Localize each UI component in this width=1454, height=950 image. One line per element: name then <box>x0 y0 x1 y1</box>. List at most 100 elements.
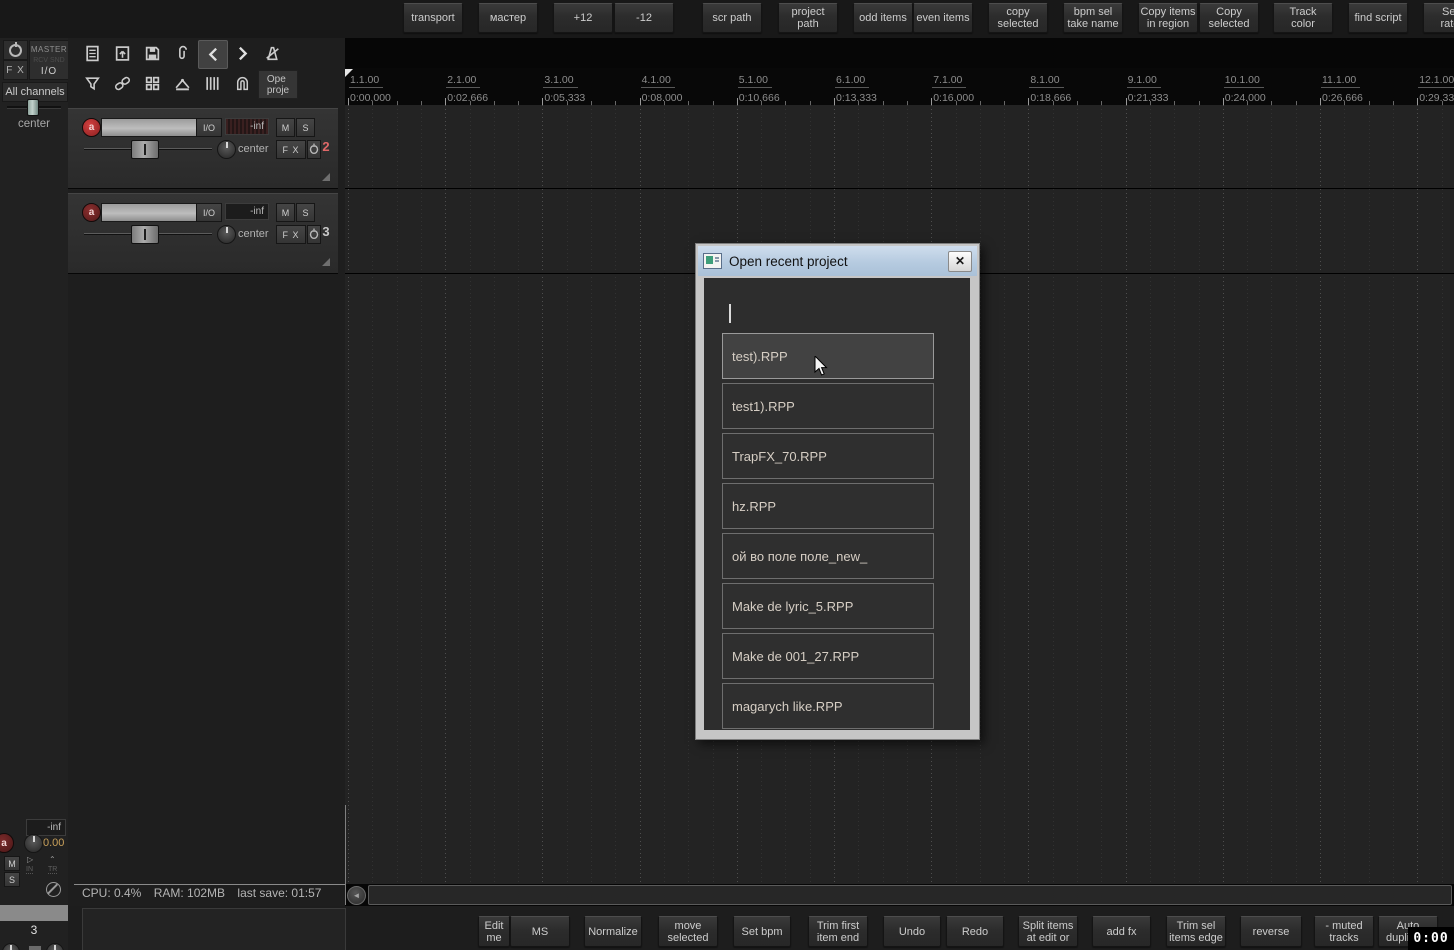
mixer-mute-button[interactable]: M <box>4 856 20 871</box>
track-panel-3[interactable]: a I/O -inf M Scenter F X 3 <box>68 193 338 274</box>
track-panel-2[interactable]: a I/O -inf M Scenter F X 2 <box>68 108 338 189</box>
record-arm-button[interactable]: a <box>82 203 101 222</box>
undo-button[interactable]: Undo <box>883 916 941 947</box>
mouse-cursor <box>814 356 828 376</box>
recent-project-item[interactable]: TrapFX_70.RPP <box>722 433 934 479</box>
master-io-box[interactable]: MASTER RCV SND I/O <box>29 40 69 80</box>
volume-readout[interactable]: -inf <box>225 203 269 220</box>
normalize-button[interactable]: Normalize <box>584 916 642 947</box>
volume-fader[interactable] <box>84 225 212 244</box>
master-button[interactable]: мастер <box>478 3 538 33</box>
ruler-time-label: 0:13.333 <box>835 92 881 106</box>
phase-invert-button[interactable] <box>46 882 61 897</box>
attach-icon[interactable] <box>168 40 196 67</box>
split-items-at-edit-button[interactable]: Split items at edit or <box>1018 916 1078 947</box>
envelope-icon[interactable] <box>168 70 196 97</box>
scroll-left-button[interactable]: ◄ <box>347 886 366 905</box>
copy-selected-button[interactable]: copy selected <box>988 3 1048 33</box>
timeline-ruler[interactable]: 1.1.00 0:00.000 2.1.00 0:02.666 3.1.00 0:05.3… <box>345 68 1454 106</box>
pan-knob[interactable] <box>217 225 236 244</box>
master-pan-handle[interactable] <box>27 99 39 116</box>
add-fx-button[interactable]: add fx <box>1092 916 1151 947</box>
input-monitor-icon[interactable]: ▷ <box>27 855 33 864</box>
track-color-button[interactable]: Track color <box>1273 3 1333 33</box>
set-rate-button[interactable]: Set i rate t <box>1423 3 1454 33</box>
ms-button[interactable]: MS <box>510 916 570 947</box>
grid-icon[interactable] <box>138 70 166 97</box>
io-button[interactable]: I/O <box>196 118 222 137</box>
nav-right-icon[interactable] <box>228 40 256 67</box>
horizontal-scrollbar[interactable]: ◄ <box>345 884 1454 906</box>
ruler-time-label: 0:26.666 <box>1321 92 1367 106</box>
plus-12-button[interactable]: +12 <box>553 3 613 33</box>
master-power-button[interactable] <box>3 40 28 60</box>
master-rcv-snd: RCV SND <box>33 56 65 64</box>
fx-button[interactable]: F X <box>276 225 306 244</box>
trim-icon[interactable]: ⌃ <box>49 855 56 864</box>
notes-icon[interactable] <box>78 40 106 67</box>
metronome-icon[interactable] <box>258 40 286 67</box>
nav-left-icon[interactable] <box>198 40 228 69</box>
solo-button[interactable]: S <box>296 203 315 222</box>
volume-fader[interactable] <box>84 140 212 159</box>
beat-gridline <box>1271 105 1273 884</box>
set-bpm-button[interactable]: Set bpm <box>733 916 791 947</box>
volume-readout[interactable]: -inf <box>225 118 269 135</box>
mute-button[interactable]: M <box>276 118 295 137</box>
copy-selected-2-button[interactable]: Copy selected <box>1199 3 1259 33</box>
project-path-button[interactable]: project path <box>778 3 838 33</box>
pan-label: center <box>238 142 269 155</box>
dialog-app-icon <box>703 253 722 269</box>
mixer-record-arm-button[interactable]: a <box>0 833 14 853</box>
odd-items-button[interactable]: odd items <box>853 3 913 33</box>
bars-icon[interactable] <box>198 70 226 97</box>
reverse-button[interactable]: reverse <box>1240 916 1302 947</box>
measure-gridline <box>542 105 544 884</box>
even-items-button[interactable]: even items <box>913 3 973 33</box>
beat-gridline <box>1149 105 1151 884</box>
close-icon[interactable]: ✕ <box>948 250 972 272</box>
trim-first-item-end-button[interactable]: Trim first item end <box>808 916 868 947</box>
fader-handle[interactable] <box>131 225 159 244</box>
fader-handle[interactable] <box>131 140 159 159</box>
pan-knob[interactable] <box>217 140 236 159</box>
recent-project-item[interactable]: Make de lyric_5.RPP <box>722 583 934 629</box>
solo-button[interactable]: S <box>296 118 315 137</box>
recent-project-item[interactable]: test1).RPP <box>722 383 934 429</box>
record-arm-button[interactable]: a <box>82 118 101 137</box>
save-icon[interactable] <box>138 40 166 67</box>
folder-collapse-mark[interactable] <box>322 258 330 266</box>
mixer-solo-button[interactable]: S <box>4 872 20 887</box>
filter-icon[interactable] <box>78 70 106 97</box>
muted-tracks-button[interactable]: - muted tracks <box>1314 916 1374 947</box>
ruler-bar-label: 10.1.00 <box>1223 74 1264 88</box>
recent-project-item[interactable]: Make de 001_27.RPP <box>722 633 934 679</box>
magnet-icon[interactable] <box>228 70 256 97</box>
copy-items-in-region-button[interactable]: Copy items in region <box>1138 3 1198 33</box>
scrollbar-track[interactable] <box>368 885 1452 905</box>
folder-collapse-mark[interactable] <box>322 173 330 181</box>
open-project-button[interactable]: Ope proje <box>258 70 298 99</box>
transport-button[interactable]: transport <box>403 3 463 33</box>
scr-path-button[interactable]: scr path <box>702 3 762 33</box>
move-selected-button[interactable]: move selected <box>658 916 718 947</box>
recent-project-item[interactable]: ой во поле поле_new_ <box>722 533 934 579</box>
minus-12-button[interactable]: -12 <box>614 3 674 33</box>
link-icon[interactable] <box>108 70 136 97</box>
bpm-sel-take-name-button[interactable]: bpm sel take name <box>1063 3 1123 33</box>
edit-me-button[interactable]: Edit me <box>478 916 510 947</box>
trim-sel-items-edge-button[interactable]: Trim sel items edge <box>1166 916 1226 947</box>
fx-button[interactable]: F X <box>276 140 306 159</box>
recent-project-item[interactable]: magarych like.RPP <box>722 683 934 729</box>
dialog-title-bar[interactable]: Open recent project ✕ <box>698 246 977 276</box>
find-script-button[interactable]: find script <box>1348 3 1408 33</box>
recent-project-item[interactable]: hz.RPP <box>722 483 934 529</box>
open-file-icon[interactable] <box>108 40 136 67</box>
track-name-field[interactable] <box>101 118 197 137</box>
track-name-field[interactable] <box>101 203 197 222</box>
redo-button[interactable]: Redo <box>946 916 1004 947</box>
io-button[interactable]: I/O <box>196 203 222 222</box>
master-fx-button[interactable]: F X <box>3 60 28 80</box>
mixer-gain-knob[interactable] <box>24 834 43 853</box>
mute-button[interactable]: M <box>276 203 295 222</box>
